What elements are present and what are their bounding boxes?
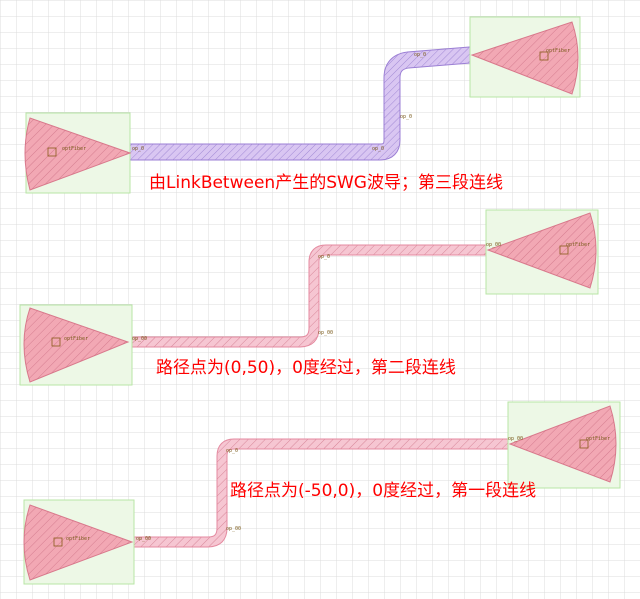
fiber-label: optFiber bbox=[66, 536, 90, 542]
port-label: op_00 bbox=[508, 436, 523, 442]
port-label: op_0 bbox=[372, 146, 384, 152]
port-label: op_00 bbox=[318, 330, 333, 336]
annotation-segment1: 路径点为(-50,0)，0度经过，第一段连线 bbox=[230, 481, 537, 501]
layout-canvas: optFiber optFiber op_0 op_0 op_0 op_0 op… bbox=[0, 0, 640, 599]
port-label: op_00 bbox=[132, 336, 147, 342]
port-label: op_00 bbox=[136, 536, 151, 542]
port-label: op_00 bbox=[486, 242, 501, 248]
port-label: op_0 bbox=[414, 52, 426, 58]
optfiber-right-seg1: optFiber bbox=[507, 401, 621, 489]
fiber-label: optFiber bbox=[546, 48, 570, 54]
port-label: op_0 bbox=[318, 254, 330, 260]
fiber-label: optFiber bbox=[586, 436, 610, 442]
port-label: op_0 bbox=[400, 114, 412, 120]
optfiber-left-seg3: optFiber bbox=[24, 112, 132, 194]
fiber-label: optFiber bbox=[62, 146, 86, 152]
port-label: op_00 bbox=[226, 526, 241, 532]
optfiber-right-seg2: optFiber bbox=[485, 209, 599, 295]
optfiber-left-seg2: optFiber bbox=[19, 304, 133, 386]
optfiber-left-seg1: optFiber bbox=[23, 499, 135, 585]
fiber-label: optFiber bbox=[566, 242, 590, 248]
port-label: op_0 bbox=[132, 146, 144, 152]
fiber-label: optFiber bbox=[64, 336, 88, 342]
annotation-segment2: 路径点为(0,50)，0度经过，第二段连线 bbox=[156, 358, 456, 378]
annotation-segment3: 由LinkBetween产生的SWG波导；第三段连线 bbox=[149, 173, 503, 193]
optfiber-right-seg3: optFiber bbox=[469, 16, 581, 98]
port-label: op_0 bbox=[226, 448, 238, 454]
